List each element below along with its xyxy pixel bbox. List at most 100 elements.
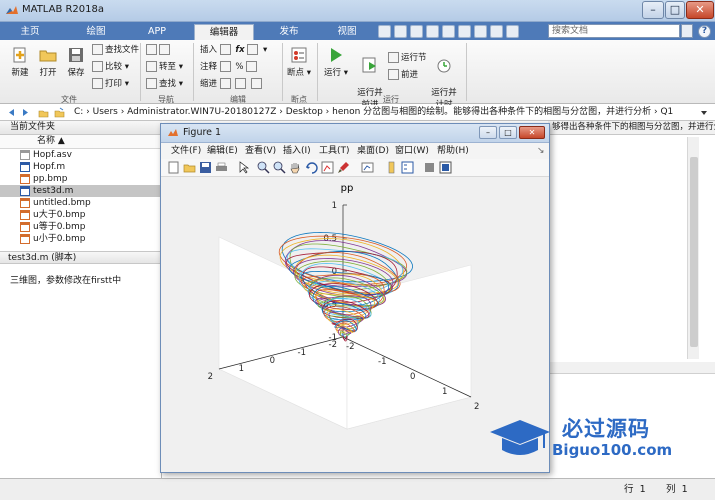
menu-help[interactable]: 帮助(H) (437, 143, 469, 159)
search-icon[interactable] (681, 24, 693, 38)
bmp-file-icon (20, 234, 30, 244)
bmp-file-icon (20, 174, 30, 184)
show-plot-tools-icon[interactable] (439, 161, 452, 174)
file-row[interactable]: u大于0.bmp (0, 209, 162, 221)
redo-quick-icon[interactable] (458, 25, 471, 38)
current-path[interactable]: C: › Users › Administrator.WIN7U-2018012… (74, 105, 673, 120)
pan-hand-icon[interactable] (289, 161, 302, 174)
details-description: 三维图，参数修改在firstt中 (10, 276, 122, 286)
print-button[interactable]: 打印 ▾ (92, 78, 129, 91)
editor-scrollbar[interactable] (687, 137, 699, 359)
find-files-button[interactable]: 查找文件 (92, 44, 139, 57)
plot-title: pp (341, 183, 354, 194)
paste-quick-icon[interactable] (426, 25, 439, 38)
new-button[interactable]: 新建 (6, 46, 34, 78)
hide-plot-tools-icon[interactable] (423, 161, 436, 174)
save-figure-icon[interactable] (199, 161, 212, 174)
open-file-icon[interactable] (183, 161, 196, 174)
tab-home[interactable]: 主页 (6, 24, 54, 40)
file-row[interactable]: untitled.bmp (0, 197, 162, 209)
insert-legend-icon[interactable] (401, 161, 414, 174)
customize-quick-icon[interactable] (506, 25, 519, 38)
address-bar: C: › Users › Administrator.WIN7U-2018012… (0, 105, 715, 121)
search-documentation-input[interactable]: 搜索文档 (548, 24, 680, 38)
new-figure-icon[interactable] (167, 161, 180, 174)
goto-button[interactable]: 转至 ▾ (146, 61, 183, 74)
file-row[interactable]: Hopf.asv (0, 149, 162, 161)
file-row[interactable]: pp.bmp (0, 173, 162, 185)
menu-file[interactable]: 文件(F) (171, 143, 201, 159)
tab-plots[interactable]: 绘图 (70, 24, 122, 40)
x-tick-label: 2 (208, 372, 213, 382)
run-button[interactable]: 运行 ▾ (322, 46, 350, 78)
open-label: 打开 (39, 68, 57, 78)
file-row[interactable]: u等于0.bmp (0, 221, 162, 233)
indent-button[interactable]: 缩进 (200, 78, 264, 91)
y-tick-label: 0 (410, 372, 415, 382)
goto-label: 转至 (159, 62, 177, 72)
figure-minimize-button[interactable]: – (479, 126, 497, 139)
figure-toolbar (161, 159, 549, 177)
maximize-button[interactable]: □ (665, 1, 685, 19)
open-button[interactable]: 打开 (34, 46, 62, 78)
advance-icon (388, 69, 399, 80)
up-folder-icon[interactable] (38, 107, 49, 118)
chevron-down-icon[interactable] (698, 107, 710, 119)
name-column-header[interactable]: 名称 ▲ (0, 135, 162, 149)
brush-icon[interactable] (337, 161, 350, 174)
tab-publish[interactable]: 发布 (262, 24, 316, 40)
minimize-button[interactable]: – (642, 1, 664, 19)
percent-button[interactable]: % (235, 62, 243, 72)
select-arrow-icon[interactable] (237, 161, 250, 174)
rotate-3d-icon[interactable] (305, 161, 318, 174)
advance-button[interactable]: 前进 (388, 69, 418, 82)
print-figure-icon[interactable] (215, 161, 228, 174)
cut-quick-icon[interactable] (394, 25, 407, 38)
tab-apps[interactable]: APP (132, 24, 182, 40)
file-row[interactable]: test3d.m (0, 185, 162, 197)
file-row[interactable]: u小于0.bmp (0, 233, 162, 245)
copy-quick-icon[interactable] (410, 25, 423, 38)
back-arrow-icon[interactable] (6, 107, 17, 118)
run-section-button[interactable]: 运行节 (388, 52, 427, 65)
figure-close-button[interactable]: ✕ (519, 126, 545, 139)
dock-arrow-icon[interactable]: ↘ (537, 143, 545, 159)
back-forward-buttons[interactable] (146, 44, 172, 57)
breakpoints-button[interactable]: 断点 ▾ (285, 46, 313, 78)
data-cursor-icon[interactable] (321, 161, 334, 174)
insert-button[interactable]: 插入 fx ▾ (200, 44, 267, 57)
m-file-icon (20, 162, 30, 172)
file-name: untitled.bmp (33, 198, 91, 208)
undo-quick-icon[interactable] (442, 25, 455, 38)
forward-arrow-icon[interactable] (20, 107, 31, 118)
close-button[interactable]: ✕ (686, 1, 714, 19)
cursor-col: 列 1 (666, 479, 688, 500)
menu-view[interactable]: 查看(V) (245, 143, 276, 159)
menu-window[interactable]: 窗口(W) (395, 143, 429, 159)
compare-button[interactable]: 比较 ▾ (92, 61, 129, 74)
insert-colorbar-icon[interactable] (385, 161, 398, 174)
run-advance-icon (362, 57, 376, 73)
figure-maximize-button[interactable]: □ (499, 126, 517, 139)
scrollbar-thumb[interactable] (690, 157, 698, 347)
menu-desktop[interactable]: 桌面(D) (357, 143, 389, 159)
zoom-out-icon[interactable] (273, 161, 286, 174)
menu-tools[interactable]: 工具(T) (319, 143, 350, 159)
file-row[interactable]: Hopf.m (0, 161, 162, 173)
fx-button[interactable]: fx (235, 45, 244, 55)
menu-insert[interactable]: 插入(I) (283, 143, 311, 159)
link-plot-icon[interactable] (361, 161, 374, 174)
switch-windows-icon[interactable] (474, 25, 487, 38)
find-button[interactable]: 查找 ▾ (146, 78, 183, 91)
watermark-text: 必过源码 (562, 417, 650, 441)
help-quick-icon[interactable] (490, 25, 503, 38)
save-button[interactable]: 保存 (62, 46, 90, 78)
help-icon[interactable]: ? (698, 25, 711, 38)
tab-view[interactable]: 视图 (320, 24, 374, 40)
comment-button[interactable]: 注释 % (200, 61, 259, 74)
browse-folder-icon[interactable] (54, 107, 65, 118)
save-quick-icon[interactable] (378, 25, 391, 38)
tab-editor[interactable]: 编辑器 (194, 24, 254, 40)
zoom-in-icon[interactable] (257, 161, 270, 174)
menu-edit[interactable]: 编辑(E) (207, 143, 238, 159)
